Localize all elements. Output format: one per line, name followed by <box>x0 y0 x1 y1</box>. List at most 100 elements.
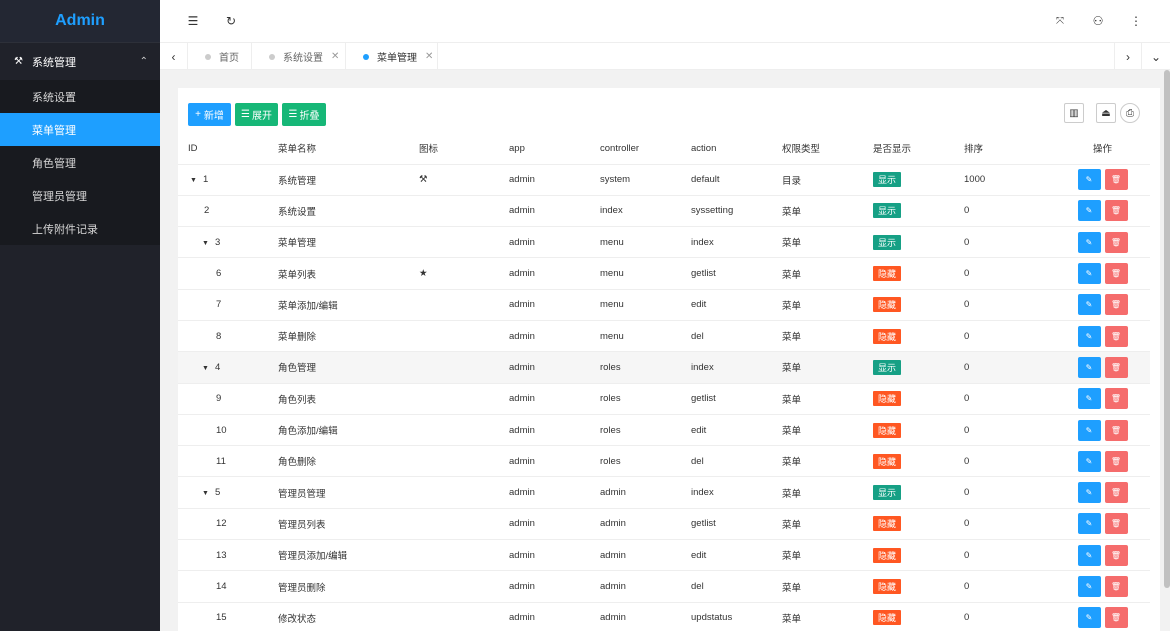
fullscreen-icon[interactable]: ⤧ <box>1051 12 1069 30</box>
delete-button[interactable]: 🗑 <box>1104 388 1128 410</box>
more-icon[interactable]: ⋮ <box>1127 12 1145 30</box>
edit-button[interactable]: ✎ <box>1077 200 1101 222</box>
delete-button[interactable]: 🗑 <box>1104 325 1128 347</box>
row-id: 8 <box>216 330 222 342</box>
cell-actions: ✎ 🗑 <box>1055 164 1150 196</box>
delete-button[interactable]: 🗑 <box>1104 513 1128 535</box>
delete-button[interactable]: 🗑 <box>1104 450 1128 472</box>
edit-button[interactable]: ✎ <box>1077 576 1101 597</box>
sidebar-item-1[interactable]: 菜单管理 <box>0 113 160 146</box>
sidebar-item-2[interactable]: 角色管理 <box>0 146 160 179</box>
table-row[interactable]: 6 菜单列表 ★ admin menu getlist 菜单 隐藏 0 ✎ 🗑 <box>178 257 1150 290</box>
table-row[interactable]: 9 角色列表 admin roles getlist 菜单 隐藏 0 ✎ 🗑 <box>178 383 1150 415</box>
delete-button[interactable]: 🗑 <box>1104 419 1128 441</box>
edit-button[interactable]: ✎ <box>1077 482 1101 504</box>
sidebar-submenu: 系统设置 菜单管理 角色管理 管理员管理 上传附件记录 <box>0 80 160 245</box>
table-row[interactable]: 8 菜单删除 admin menu del 菜单 隐藏 0 ✎ 🗑 <box>178 320 1150 353</box>
export-icon[interactable]: ⏏ <box>1096 103 1116 123</box>
cell-icon <box>419 602 509 631</box>
tab-0[interactable]: 首页 <box>188 43 252 70</box>
expand-caret-icon[interactable]: ▼ <box>202 240 209 247</box>
edit-button[interactable]: ✎ <box>1077 419 1101 441</box>
cell-id: 10 <box>178 414 278 447</box>
table-row[interactable]: ▼ 1 系统管理 ⚒ admin system default 目录 显示 1000 ✎ 🗑 <box>178 164 1150 196</box>
edit-button[interactable]: ✎ <box>1077 231 1101 253</box>
edit-button[interactable]: ✎ <box>1077 544 1101 566</box>
visibility-badge: 隐藏 <box>873 547 902 563</box>
user-icon[interactable]: ⚇ <box>1089 12 1107 30</box>
cell-app: admin <box>509 476 600 509</box>
edit-button[interactable]: ✎ <box>1077 607 1101 629</box>
edit-button[interactable]: ✎ <box>1077 325 1101 347</box>
delete-button[interactable]: 🗑 <box>1104 356 1128 378</box>
table-row[interactable]: 12 管理员列表 admin admin getlist 菜单 隐藏 0 ✎ 🗑 <box>178 508 1150 541</box>
tab-close-icon[interactable]: ✕ <box>331 51 339 62</box>
table-row[interactable]: ▼ 3 菜单管理 admin menu index 菜单 显示 0 ✎ 🗑 <box>178 226 1150 259</box>
delete-button[interactable]: 🗑 <box>1104 294 1128 316</box>
cell-icon <box>419 539 509 572</box>
table-row[interactable]: 13 管理员添加/编辑 admin admin edit 菜单 隐藏 0 ✎ 🗑 <box>178 539 1150 572</box>
table-row[interactable]: ▼ 4 角色管理 admin roles index 菜单 显示 0 ✎ 🗑 <box>178 351 1150 384</box>
edit-button[interactable]: ✎ <box>1077 450 1101 472</box>
table-row[interactable]: 14 管理员删除 admin admin del 菜单 隐藏 0 ✎ 🗑 <box>178 570 1150 603</box>
edit-button[interactable]: ✎ <box>1077 169 1101 191</box>
sidebar: Admin ⚒ 系统管理 ⌃ 系统设置 菜单管理 角色管理 管理员管理 上传附件记录 <box>0 0 160 631</box>
visibility-badge: 隐藏 <box>873 422 902 438</box>
cell-icon <box>419 289 509 321</box>
tab-1[interactable]: 系统设置 ✕ <box>252 43 346 70</box>
print-icon[interactable]: ⎙ <box>1120 103 1140 123</box>
edit-button[interactable]: ✎ <box>1077 356 1101 378</box>
table-row[interactable]: 15 修改状态 admin admin updstatus 菜单 隐藏 0 ✎ 🗑 <box>178 602 1150 631</box>
page-scrollbar[interactable] <box>1164 70 1170 588</box>
table-row[interactable]: ▼ 5 管理员管理 admin admin index 菜单 显示 0 ✎ 🗑 <box>178 476 1150 509</box>
cell-actions: ✎ 🗑 <box>1055 476 1150 509</box>
collapse-sidebar-icon[interactable]: ☰ <box>184 12 202 30</box>
expand-button[interactable]: ☰ 展开 <box>235 103 278 126</box>
visibility-badge: 显示 <box>873 359 902 375</box>
delete-button[interactable]: 🗑 <box>1104 169 1128 191</box>
add-button[interactable]: + 新增 <box>188 103 231 126</box>
delete-button[interactable]: 🗑 <box>1104 607 1128 629</box>
tab-next-icon[interactable]: › <box>1114 43 1142 70</box>
cell-app: admin <box>509 320 600 353</box>
cell-type: 菜单 <box>782 508 873 541</box>
edit-button[interactable]: ✎ <box>1077 294 1101 316</box>
sidebar-item-3[interactable]: 管理员管理 <box>0 179 160 212</box>
sidebar-item-4[interactable]: 上传附件记录 <box>0 212 160 245</box>
expand-caret-icon[interactable]: ▼ <box>202 490 209 497</box>
delete-button[interactable]: 🗑 <box>1104 544 1128 566</box>
table-row[interactable]: 10 角色添加/编辑 admin roles edit 菜单 隐藏 0 ✎ 🗑 <box>178 414 1150 447</box>
tab-2[interactable]: 菜单管理 ✕ <box>346 43 438 70</box>
tab-prev-icon[interactable]: ‹ <box>160 43 188 70</box>
column-header: action <box>691 133 782 165</box>
tab-close-icon[interactable]: ✕ <box>425 51 433 62</box>
columns-filter-icon[interactable]: ▥ <box>1064 103 1084 123</box>
app-logo[interactable]: Admin <box>0 0 160 43</box>
menu-icon-glyph: ⚒ <box>419 174 428 186</box>
cell-controller: menu <box>600 320 691 353</box>
refresh-icon[interactable]: ↻ <box>222 12 240 30</box>
sidebar-group-system[interactable]: ⚒ 系统管理 ⌃ <box>0 43 160 80</box>
delete-button[interactable]: 🗑 <box>1104 231 1128 253</box>
edit-button[interactable]: ✎ <box>1077 513 1101 535</box>
cell-show: 隐藏 <box>873 570 964 603</box>
delete-button[interactable]: 🗑 <box>1104 576 1128 597</box>
edit-button[interactable]: ✎ <box>1077 388 1101 410</box>
delete-button[interactable]: 🗑 <box>1104 482 1128 504</box>
collapse-button[interactable]: ☰ 折叠 <box>282 103 326 126</box>
table-row[interactable]: 7 菜单添加/编辑 admin menu edit 菜单 隐藏 0 ✎ 🗑 <box>178 289 1150 321</box>
delete-button[interactable]: 🗑 <box>1104 263 1128 285</box>
tab-dropdown-icon[interactable]: ⌄ <box>1142 43 1170 70</box>
edit-button[interactable]: ✎ <box>1077 263 1101 285</box>
delete-button[interactable]: 🗑 <box>1104 200 1128 222</box>
table-row[interactable]: 11 角色删除 admin roles del 菜单 隐藏 0 ✎ 🗑 <box>178 445 1150 478</box>
list-icon: ☰ <box>288 109 298 120</box>
expand-caret-icon[interactable]: ▼ <box>202 365 209 372</box>
table-row[interactable]: 2 系统设置 admin index syssetting 菜单 显示 0 ✎ 🗑 <box>178 195 1150 228</box>
cell-name: 菜单删除 <box>278 320 419 353</box>
expand-caret-icon[interactable]: ▼ <box>190 177 197 184</box>
sidebar-item-0[interactable]: 系统设置 <box>0 80 160 113</box>
column-header: app <box>509 133 600 165</box>
add-button-label: 新增 <box>203 111 224 122</box>
column-header: controller <box>600 133 691 165</box>
